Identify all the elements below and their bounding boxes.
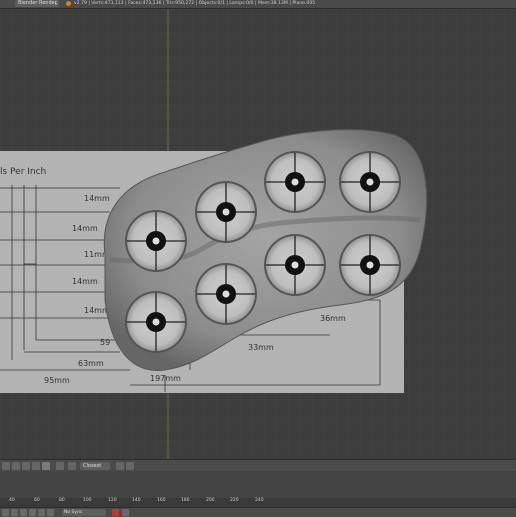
keying-icon[interactable] [68,462,76,470]
tick-label: 60 [34,498,40,503]
dimension-label: 33mm [248,343,274,352]
snap-icon[interactable] [116,462,124,470]
reference-title: ls Per Inch [0,167,46,177]
dimension-label: 197mm [150,374,181,383]
hole [125,291,187,353]
marker-menu-icon[interactable] [32,462,40,470]
frame-dropdown[interactable]: Closest [80,462,110,470]
scene-stats: v2.79 | Verts:473,112 | Faces:473,136 | … [74,1,316,6]
tick-label: 140 [132,498,141,503]
dimension-label: 59 [100,338,110,347]
tick-label: 80 [59,498,65,503]
jump-end-icon[interactable] [47,509,54,516]
keyset-icon[interactable] [122,509,129,516]
hole [125,210,187,272]
dimension-label: 95mm [44,376,70,385]
hole [195,181,257,243]
prev-key-icon[interactable] [11,509,18,516]
frame-menu-icon[interactable] [42,462,50,470]
tick-label: 160 [157,498,166,503]
viewport-canvas: ls Per Inch 14mm 14mm 11mm 14mm 14mm 59 … [0,9,516,459]
hole [339,151,401,213]
next-key-icon[interactable] [38,509,45,516]
tick-label: 120 [108,498,117,503]
dimension-label: 14mm [84,194,110,203]
hole [264,234,326,296]
render-engine-label: Blender Render [18,0,57,6]
editor-type-icon[interactable] [2,462,10,470]
play-icon[interactable] [29,509,36,516]
tick-label: 240 [255,498,264,503]
jump-start-icon[interactable] [2,509,9,516]
tick-label: 220 [230,498,239,503]
chevron-down-icon: ▾ [54,1,57,6]
play-reverse-icon[interactable] [20,509,27,516]
3d-viewport[interactable]: ls Per Inch 14mm 14mm 11mm 14mm 14mm 59 … [0,9,516,459]
record-icon[interactable] [112,509,119,516]
tick-label: 180 [181,498,190,503]
info-header: Blender Render ▾ v2.79 | Verts:473,112 |… [0,0,516,9]
key-icon[interactable] [126,462,134,470]
hole [264,151,326,213]
select-menu-icon[interactable] [22,462,30,470]
playback-menu-icon[interactable] [56,462,64,470]
hole [339,234,401,296]
dimension-label: 36mm [320,314,346,323]
tick-label: 40 [9,498,15,503]
view-menu-icon[interactable] [12,462,20,470]
sync-dropdown[interactable]: No Sync [62,509,106,516]
render-engine-dropdown[interactable]: Blender Render ▾ [15,0,59,7]
dimension-label: 14mm [72,277,98,286]
timeline-ruler: 40 60 80 100 120 140 160 180 200 220 240 [0,498,516,507]
tick-label: 100 [83,498,92,503]
dimension-label: 14mm [72,224,98,233]
dimension-label: 63mm [78,359,104,368]
blender-logo-icon [66,1,71,6]
hole [195,263,257,325]
tick-label: 200 [206,498,215,503]
